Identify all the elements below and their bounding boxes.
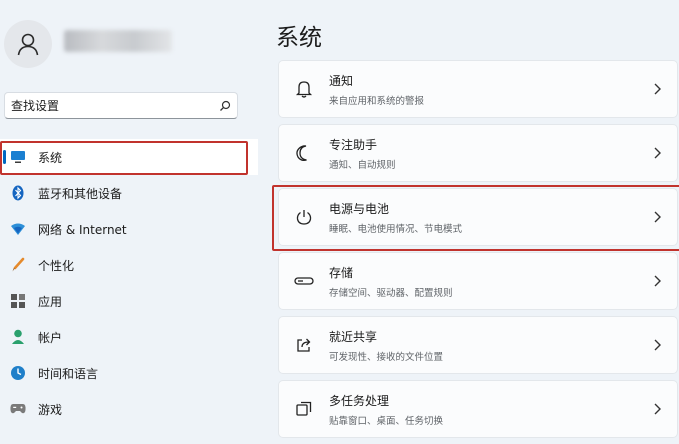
moon-icon — [293, 142, 315, 164]
card-subtitle: 来自应用和系统的警报 — [329, 95, 425, 107]
nav-label: 网络 & Internet — [38, 222, 127, 237]
nav-label: 游戏 — [38, 402, 63, 417]
nav-list: 系统 蓝牙和其他设备 网络 & Internet 个性化 应用 帐户 时间和语言… — [0, 139, 258, 427]
card-subtitle: 可发现性、接收的文件位置 — [329, 351, 444, 363]
settings-list: 通知 来自应用和系统的警报 专注助手 通知、自动规则 电源与电池 睡眠、电池使用… — [272, 60, 679, 444]
share-icon — [293, 334, 315, 356]
card-multitasking[interactable]: 多任务处理 贴靠窗口、桌面、任务切换 — [278, 380, 678, 438]
chevron-right-icon — [654, 83, 661, 95]
nav-item-time-language[interactable]: 时间和语言 — [0, 355, 258, 391]
person-icon — [10, 329, 26, 345]
sidebar: 查找设置 系统 蓝牙和其他设备 网络 & Internet 个性化 应用 帐户 … — [0, 0, 258, 439]
wifi-icon — [10, 221, 26, 237]
power-icon — [293, 206, 315, 228]
chevron-right-icon — [654, 403, 661, 415]
search-icon[interactable] — [219, 100, 231, 112]
chevron-right-icon — [654, 275, 661, 287]
brush-icon — [10, 257, 26, 273]
nav-item-system[interactable]: 系统 — [0, 139, 258, 175]
nav-item-personalization[interactable]: 个性化 — [0, 247, 258, 283]
blurred-user-name — [64, 30, 172, 52]
card-title: 专注助手 — [329, 137, 378, 152]
page-title: 系统 — [276, 25, 322, 51]
card-subtitle: 睡眠、电池使用情况、节电模式 — [329, 223, 463, 235]
search-input[interactable]: 查找设置 — [11, 97, 219, 114]
card-power-battery[interactable]: 电源与电池 睡眠、电池使用情况、节电模式 — [272, 185, 679, 251]
nav-item-bluetooth[interactable]: 蓝牙和其他设备 — [0, 175, 258, 211]
globe-clock-icon — [10, 365, 26, 381]
nav-label: 应用 — [38, 294, 63, 309]
search-box[interactable]: 查找设置 — [4, 92, 238, 119]
gamepad-icon — [10, 401, 26, 417]
storage-icon — [293, 270, 315, 292]
card-title: 电源与电池 — [329, 201, 390, 216]
chevron-right-icon — [654, 147, 661, 159]
nav-item-accounts[interactable]: 帐户 — [0, 319, 258, 355]
nav-label: 时间和语言 — [38, 366, 99, 381]
user-icon — [17, 33, 39, 56]
chevron-right-icon — [654, 211, 661, 223]
card-title: 存储 — [329, 265, 354, 280]
nav-label: 系统 — [38, 150, 63, 165]
bell-icon — [293, 78, 315, 100]
apps-icon — [10, 293, 26, 309]
nav-label: 蓝牙和其他设备 — [38, 186, 123, 201]
card-title: 通知 — [329, 73, 354, 88]
card-subtitle: 通知、自动规则 — [329, 159, 396, 171]
card-nearby-sharing[interactable]: 就近共享 可发现性、接收的文件位置 — [278, 316, 678, 374]
nav-item-gaming[interactable]: 游戏 — [0, 391, 258, 427]
card-storage[interactable]: 存储 存储空间、驱动器、配置规则 — [278, 252, 678, 310]
multitask-icon — [293, 398, 315, 420]
card-subtitle: 贴靠窗口、桌面、任务切换 — [329, 415, 444, 427]
card-subtitle: 存储空间、驱动器、配置规则 — [329, 287, 453, 299]
card-notifications[interactable]: 通知 来自应用和系统的警报 — [278, 60, 678, 118]
chevron-right-icon — [654, 339, 661, 351]
nav-label: 帐户 — [38, 330, 63, 345]
nav-label: 个性化 — [38, 258, 75, 273]
avatar[interactable] — [4, 20, 52, 68]
bluetooth-icon — [10, 185, 26, 201]
monitor-icon — [10, 149, 26, 165]
card-title: 就近共享 — [329, 329, 378, 344]
nav-item-apps[interactable]: 应用 — [0, 283, 258, 319]
card-focus-assist[interactable]: 专注助手 通知、自动规则 — [278, 124, 678, 182]
card-title: 多任务处理 — [329, 393, 390, 408]
nav-item-network[interactable]: 网络 & Internet — [0, 211, 258, 247]
